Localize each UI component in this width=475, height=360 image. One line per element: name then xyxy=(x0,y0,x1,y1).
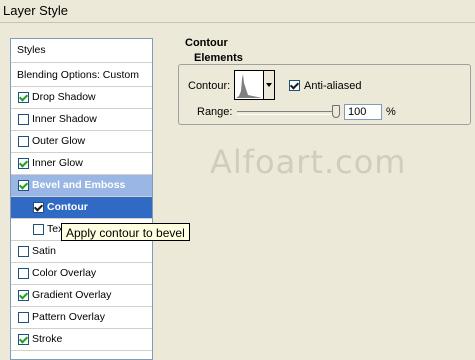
drop-shadow-label: Drop Shadow xyxy=(32,91,96,103)
style-item-pattern-overlay[interactable]: Pattern Overlay xyxy=(11,307,152,329)
antialiased-checkbox[interactable] xyxy=(289,80,300,91)
inner-glow-checkbox[interactable] xyxy=(18,158,29,169)
contour-label: Contour: xyxy=(188,80,231,92)
contour-curve-icon xyxy=(236,74,262,98)
range-unit: % xyxy=(386,106,396,118)
styles-header[interactable]: Styles xyxy=(11,39,152,63)
elements-group-title: Elements xyxy=(192,52,245,64)
style-item-outer-glow[interactable]: Outer Glow xyxy=(11,131,152,153)
window-title: Layer Style xyxy=(3,3,69,18)
style-item-gradient-overlay[interactable]: Gradient Overlay xyxy=(11,285,152,307)
style-item-bevel-and-emboss[interactable]: Bevel and Emboss xyxy=(11,175,152,197)
pattern-overlay-label: Pattern Overlay xyxy=(32,311,105,323)
style-item-stroke[interactable]: Stroke xyxy=(11,329,152,351)
styles-list: Styles Blending Options: Custom Drop Sha… xyxy=(10,38,153,360)
range-input[interactable] xyxy=(344,104,382,120)
gradient-overlay-checkbox[interactable] xyxy=(18,290,29,301)
watermark: Alfoart.com xyxy=(210,143,407,181)
contour-section-title: Contour xyxy=(185,37,228,49)
style-item-drop-shadow[interactable]: Drop Shadow xyxy=(11,87,152,109)
contour-checkbox[interactable] xyxy=(33,202,44,213)
title-bar: Layer Style xyxy=(0,0,475,23)
outer-glow-checkbox[interactable] xyxy=(18,136,29,147)
stroke-checkbox[interactable] xyxy=(18,334,29,345)
stroke-label: Stroke xyxy=(32,333,63,345)
texture-checkbox[interactable] xyxy=(33,224,44,235)
color-overlay-checkbox[interactable] xyxy=(18,268,29,279)
inner-shadow-label: Inner Shadow xyxy=(32,113,97,125)
style-item-inner-shadow[interactable]: Inner Shadow xyxy=(11,109,152,131)
contour-picker[interactable] xyxy=(234,70,264,100)
tooltip: Apply contour to bevel xyxy=(61,223,190,241)
pattern-overlay-checkbox[interactable] xyxy=(18,312,29,323)
style-item-inner-glow[interactable]: Inner Glow xyxy=(11,153,152,175)
satin-checkbox[interactable] xyxy=(18,246,29,257)
range-slider-thumb[interactable] xyxy=(332,105,340,118)
bevel-and-emboss-checkbox[interactable] xyxy=(18,180,29,191)
drop-shadow-checkbox[interactable] xyxy=(18,92,29,103)
styles-header-label: Styles xyxy=(17,44,46,56)
bevel-and-emboss-label: Bevel and Emboss xyxy=(32,179,126,191)
antialiased-label: Anti-aliased xyxy=(304,80,362,92)
style-item-color-overlay[interactable]: Color Overlay xyxy=(11,263,152,285)
style-item-satin[interactable]: Satin xyxy=(11,241,152,263)
range-slider-track[interactable] xyxy=(237,111,340,115)
blending-options-item[interactable]: Blending Options: Custom xyxy=(11,63,152,87)
outer-glow-label: Outer Glow xyxy=(32,135,86,147)
satin-label: Satin xyxy=(32,245,56,257)
inner-shadow-checkbox[interactable] xyxy=(18,114,29,125)
style-item-contour[interactable]: Contour xyxy=(11,197,152,219)
color-overlay-label: Color Overlay xyxy=(32,267,97,279)
inner-glow-label: Inner Glow xyxy=(32,157,83,169)
contour-label: Contour xyxy=(47,201,88,213)
gradient-overlay-label: Gradient Overlay xyxy=(32,289,112,301)
contour-dropdown-button[interactable] xyxy=(263,70,275,100)
blending-options-label: Blending Options: Custom xyxy=(17,69,139,81)
range-label: Range: xyxy=(197,106,233,118)
